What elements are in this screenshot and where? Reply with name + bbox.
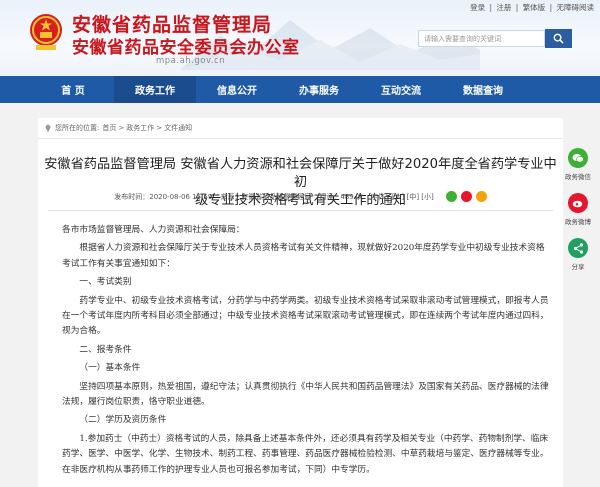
side-share-label: 分享 (571, 263, 585, 271)
nav-info-disclosure[interactable]: 信息公开 (196, 76, 278, 103)
weibo-icon (568, 193, 588, 213)
side-share[interactable]: 分享 (563, 238, 593, 271)
search-icon (553, 33, 564, 44)
nav-services[interactable]: 办事服务 (278, 76, 360, 103)
section-heading: 二、报考条件 (79, 344, 132, 355)
nav-home[interactable]: 首 页 (32, 76, 114, 103)
main-nav: 首 页 政务工作 信息公开 办事服务 互动交流 数据查询 (0, 76, 600, 103)
section-heading: 一、考试类别 (79, 277, 132, 288)
breadcrumb-separator: > (118, 124, 125, 132)
side-weibo-label: 政务微博 (565, 218, 591, 226)
side-wechat-label: 政务微信 (565, 173, 591, 181)
search-input[interactable]: 请输入需要查询的关键词 (418, 30, 545, 47)
national-emblem-icon (30, 14, 62, 50)
side-wechat[interactable]: 政务微信 (563, 148, 593, 181)
side-share-bar: 政务微信 政务微博 分享 (563, 148, 593, 283)
separator: | (549, 3, 553, 12)
nav-interaction[interactable]: 互动交流 (360, 76, 442, 103)
publish-date: 发布时间：2020-08-06 15:59 (114, 192, 213, 201)
login-link[interactable]: 登录 (470, 3, 485, 12)
breadcrumb-separator: > (156, 124, 163, 132)
divider (48, 210, 553, 211)
salutation: 各市市场监督管理局、人力资源和社会保障局： (62, 225, 245, 235)
share-icons (445, 191, 487, 202)
accessibility-link[interactable]: 无障碍阅读 (557, 3, 595, 12)
site-subtitle[interactable]: 安徽省药品安全委员会办公室 (72, 33, 300, 58)
search-button[interactable] (545, 29, 572, 48)
view-count: 阅读：489 次 (319, 192, 363, 201)
article-title-line1: 安徽省药品监督管理局 安徽省人力资源和社会保障厅关于做好2020年度全省药学专业… (44, 157, 557, 190)
top-links: 登录 | 注册 | 繁体版 | 无障碍阅读 (468, 2, 594, 13)
location-icon (45, 124, 51, 132)
share-icon (568, 238, 588, 258)
paragraph: 药学专业中、初级专业技术资格考试，分药学与中药学两类。初级专业技术资格考试采取非… (62, 295, 549, 337)
register-link[interactable]: 注册 (496, 3, 511, 12)
breadcrumb-label: 您所在的位置: (55, 124, 100, 132)
paragraph: 1.参加药士（中药士）资格考试的人员，除具备上述基本条件外，还必须具有药学及相关… (62, 433, 549, 475)
site-header: 安徽省药品监督管理局 安徽省药品安全委员会办公室 mpa.ah.gov.cn 登… (0, 0, 600, 76)
article-body: 各市市场监督管理局、人力资源和社会保障局： 根据省人力资源和社会保障厅关于专业技… (62, 223, 552, 478)
wechat-icon (568, 148, 588, 168)
paragraph: 根据省人力资源和社会保障厅关于专业技术人员资格考试有关文件精神，现就做好2020… (62, 243, 545, 269)
article-meta: 发布时间：2020-08-06 15:59 来源：安徽省药品监督管理局 阅读：4… (38, 191, 563, 202)
site-url: mpa.ah.gov.cn (156, 56, 226, 66)
separator: | (515, 3, 519, 12)
article: 安徽省药品监督管理局 安徽省人力资源和社会保障厅关于做好2020年度全省药学专业… (38, 139, 563, 487)
traditional-link[interactable]: 繁体版 (523, 3, 546, 12)
breadcrumb-government-affairs[interactable]: 政务工作 (126, 123, 154, 133)
article-source: 来源：安徽省药品监督管理局 (220, 192, 312, 201)
breadcrumb-home[interactable]: 首页 (102, 123, 116, 133)
nav-government-affairs[interactable]: 政务工作 (114, 76, 196, 103)
breadcrumb: 您所在的位置: 首页 > 政务工作 > 文件通知 (38, 118, 563, 139)
breadcrumb-notices[interactable]: 文件通知 (164, 123, 192, 133)
weibo-share-icon[interactable] (460, 191, 472, 202)
subsection-heading: （二）学历及资历条件 (79, 415, 167, 426)
subsection-heading: （一）基本条件 (79, 363, 141, 374)
separator: | (489, 3, 492, 12)
qzone-share-icon[interactable] (475, 191, 487, 202)
nav-data-query[interactable]: 数据查询 (442, 76, 524, 103)
paragraph: 坚持四项基本原则，热爱祖国，遵纪守法；认真贯彻执行《中华人民共和国药品管理法》及… (62, 381, 549, 408)
wechat-share-icon[interactable] (445, 191, 457, 202)
side-weibo[interactable]: 政务微博 (563, 193, 593, 226)
font-size-controls[interactable]: 字体：[大] [中] [小] (371, 192, 434, 202)
